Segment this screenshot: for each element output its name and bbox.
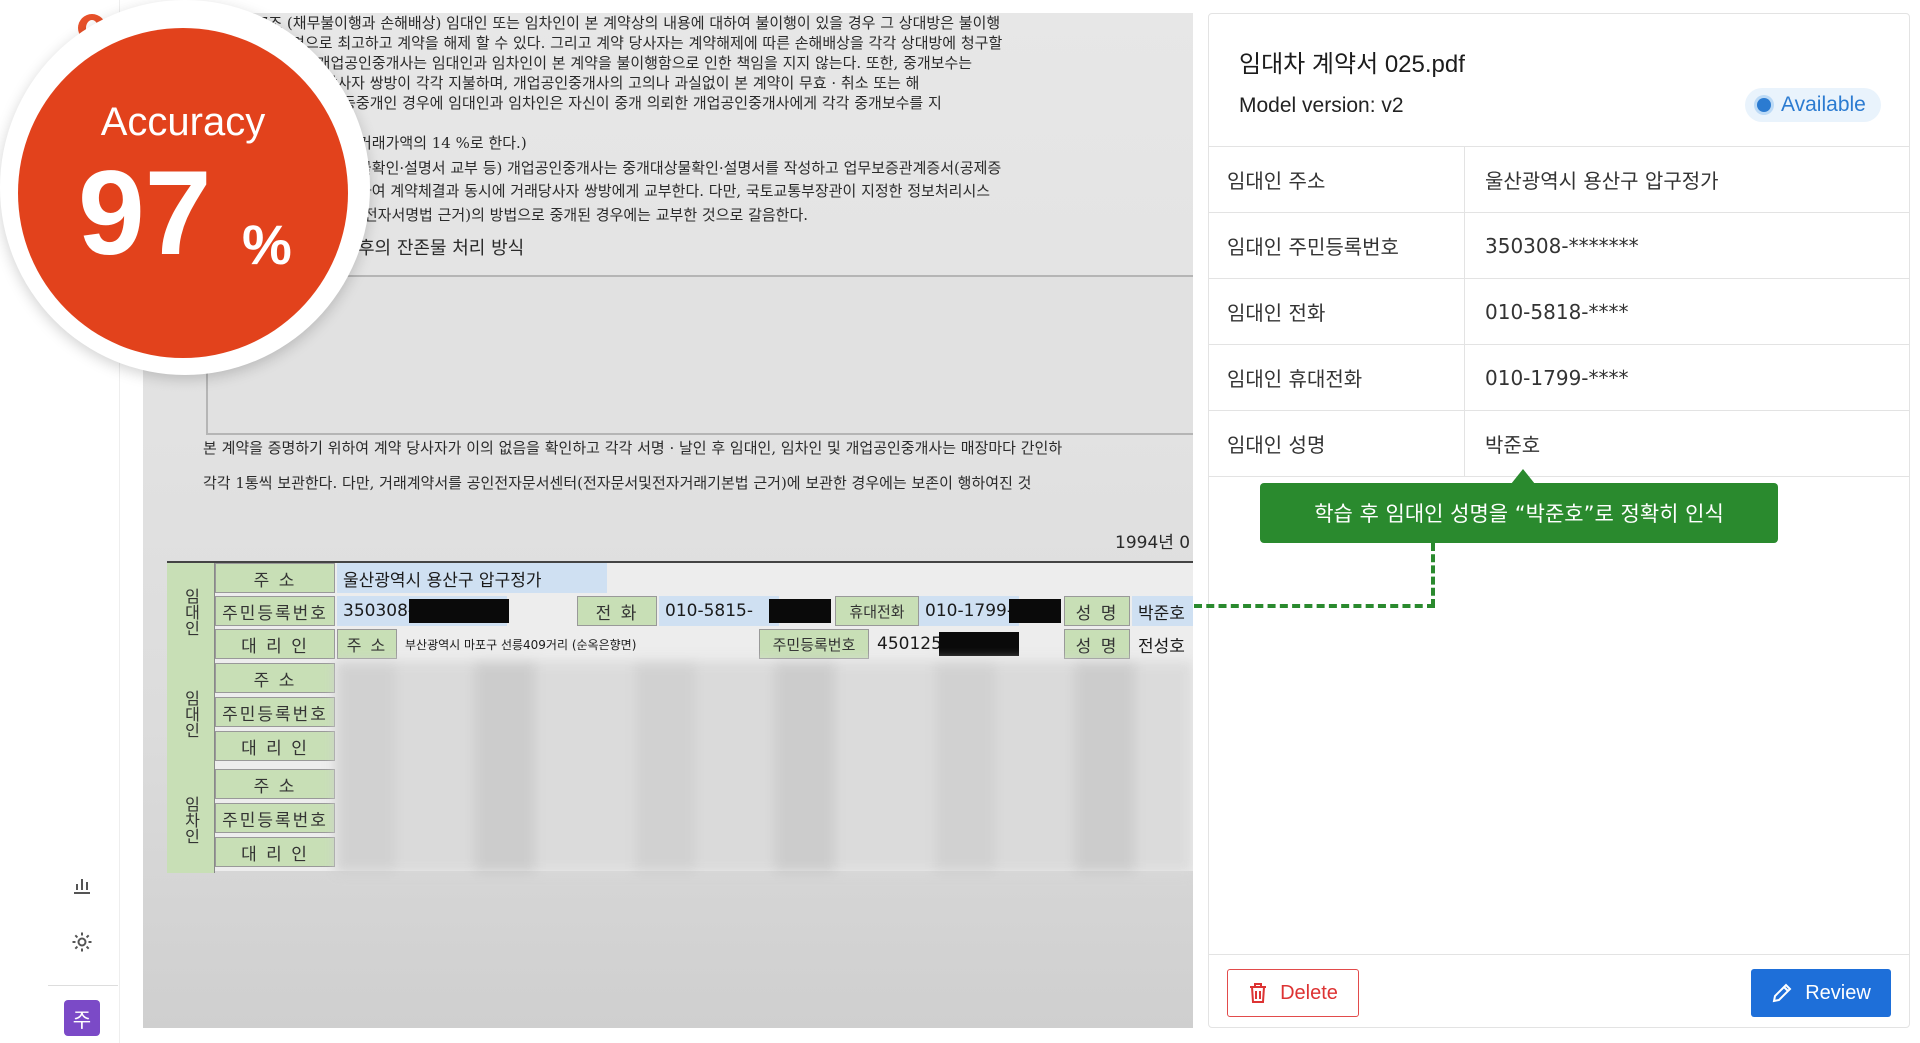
status-badge: Available — [1745, 88, 1881, 122]
agent-name: 전성호 — [1138, 636, 1185, 657]
accuracy-badge-ring: Accuracy 97 % — [0, 0, 370, 375]
field-key: 임대인 주민등록번호 — [1209, 213, 1465, 278]
label-phone: 전 화 — [577, 596, 657, 626]
doc-closing-line: 각각 1통씩 보관한다. 다만, 거래계약서를 공인전자문서센터(전자문서및전자… — [203, 474, 1032, 492]
tooltip-caret-icon — [1511, 469, 1535, 484]
label-address: 주 소 — [215, 563, 335, 593]
delete-button[interactable]: Delete — [1227, 969, 1359, 1017]
gear-icon[interactable] — [68, 928, 96, 956]
field-key: 임대인 전화 — [1209, 279, 1465, 344]
review-label: Review — [1805, 981, 1871, 1004]
doc-line: 거래가액의 14 %로 한다.) — [358, 134, 527, 152]
panel-footer-divider — [1209, 954, 1909, 955]
doc-empty-box — [206, 275, 1193, 435]
lessor-address-highlight: 울산광역시 용산구 압구정가 — [337, 563, 607, 593]
side-label-lessee: 임차인 — [167, 767, 215, 873]
redaction-bar — [409, 599, 509, 623]
label-address: 주 소 — [215, 769, 335, 799]
field-row[interactable]: 임대인 휴대전화 010-1799-**** — [1209, 345, 1909, 411]
recognition-tooltip: 학습 후 임대인 성명을 “박준호”로 정확히 인식 — [1260, 483, 1778, 543]
lessor-mobile-highlight: 010-1799- — [919, 596, 1019, 626]
agent-address: 부산광역시 마포구 선릉409거리 (순옥은향면) — [405, 637, 637, 652]
model-version: Model version: v2 — [1239, 94, 1404, 117]
user-avatar[interactable]: 주 — [64, 1000, 100, 1036]
accuracy-value: 97 — [78, 146, 212, 280]
doc-line: 동시에 계약 당사자 쌍방이 각각 지불하며, 개업공인중개사의 고의나 과실없… — [245, 74, 920, 92]
status-label: Available — [1781, 93, 1866, 116]
label-rrn: 주민등록번호 — [215, 697, 335, 727]
doc-line: (전자서명법 근거)의 방법으로 중개된 경우에는 교부한 것으로 갈음한다. — [358, 206, 809, 224]
label-rrn: 주민등록번호 — [215, 596, 335, 626]
doc-line: 물확인·설명서 교부 등) 개업공인중개사는 중개대상물확인·설명서를 작성하고… — [358, 159, 1002, 177]
extracted-fields-table: 임대인 주소 울산광역시 용산구 압구정가 임대인 주민등록번호 350308-… — [1209, 146, 1909, 477]
connector-line — [1194, 604, 1435, 608]
sidebar-divider — [48, 985, 118, 986]
delete-label: Delete — [1280, 981, 1338, 1004]
doc-line: (중개보수) 개업공인중개사는 임대인과 임차인이 본 계약을 불이행함으로 인… — [245, 54, 973, 72]
doc-line: 하여 서면으로 최고하고 계약을 해제 할 수 있다. 그리고 계약 당사자는 … — [245, 34, 1003, 52]
label-rrn: 주민등록번호 — [215, 803, 335, 833]
lessor-name-highlight: 박준호 — [1132, 596, 1193, 626]
redaction-bar — [769, 599, 831, 623]
doc-date: 1994년 0 — [1115, 533, 1191, 553]
field-value[interactable]: 010-5818-**** — [1465, 279, 1909, 344]
redaction-bar — [939, 632, 1019, 656]
label-agent: 대 리 인 — [215, 731, 335, 761]
extraction-panel: 임대차 계약서 025.pdf Model version: v2 Availa… — [1194, 13, 1910, 1028]
pencil-icon — [1772, 983, 1792, 1003]
review-button[interactable]: Review — [1751, 969, 1891, 1017]
field-row[interactable]: 임대인 주소 울산광역시 용산구 압구정가 — [1209, 147, 1909, 213]
status-dot-icon — [1757, 98, 1771, 112]
field-row[interactable]: 임대인 전화 010-5818-**** — [1209, 279, 1909, 345]
field-value[interactable]: 박준호 — [1465, 411, 1909, 476]
contract-party-table: 임대인 주 소 울산광역시 용산구 압구정가 주민등록번호 350308- 전 … — [167, 561, 1193, 873]
label-name: 성 명 — [1064, 596, 1130, 626]
label-agent-name: 성 명 — [1064, 629, 1130, 659]
doc-line: 하여 계약체결과 동시에 거래당사자 쌍방에게 교부한다. 다만, 국토교통부장… — [358, 182, 991, 200]
field-value[interactable]: 010-1799-**** — [1465, 345, 1909, 410]
field-key: 임대인 휴대전화 — [1209, 345, 1465, 410]
redaction-bar — [1009, 599, 1061, 623]
label-address: 주 소 — [215, 663, 335, 693]
document-title: 임대차 계약서 025.pdf — [1239, 51, 1465, 78]
side-label-second: 임대인 — [167, 661, 215, 767]
field-row[interactable]: 임대인 주민등록번호 350308-******* — [1209, 213, 1909, 279]
lessor-phone-highlight: 010-5815- — [659, 596, 779, 626]
doc-closing-line: 본 계약을 증명하기 위하여 계약 당사자가 이의 없음을 확인하고 각각 서명… — [203, 439, 1063, 457]
accuracy-unit: % — [242, 213, 292, 276]
doc-line: 제7조 (채무불이행과 손해배상) 임대인 또는 임차인이 본 계약상의 내용에… — [245, 14, 1001, 32]
field-value[interactable]: 울산광역시 용산구 압구정가 — [1465, 147, 1909, 212]
field-row[interactable]: 임대인 성명 박준호 — [1209, 411, 1909, 477]
doc-line: 후의 잔존물 처리 방식 — [358, 238, 525, 259]
label-agent-rrn: 주민등록번호 — [759, 629, 869, 659]
connector-line — [1431, 543, 1435, 607]
bar-chart-icon[interactable] — [68, 870, 96, 898]
accuracy-badge: Accuracy 97 % — [18, 28, 348, 358]
blurred-region — [335, 661, 1193, 873]
field-key: 임대인 주소 — [1209, 147, 1465, 212]
trash-icon — [1250, 983, 1267, 1003]
label-agent-address: 주 소 — [337, 629, 397, 659]
side-label-lessor: 임대인 — [167, 563, 215, 661]
label-agent: 대 리 인 — [215, 629, 335, 659]
label-mobile: 휴대전화 — [835, 596, 919, 626]
field-value[interactable]: 350308-******* — [1465, 213, 1909, 278]
label-agent: 대 리 인 — [215, 837, 335, 867]
accuracy-label: Accuracy — [100, 100, 266, 144]
field-key: 임대인 성명 — [1209, 411, 1465, 476]
